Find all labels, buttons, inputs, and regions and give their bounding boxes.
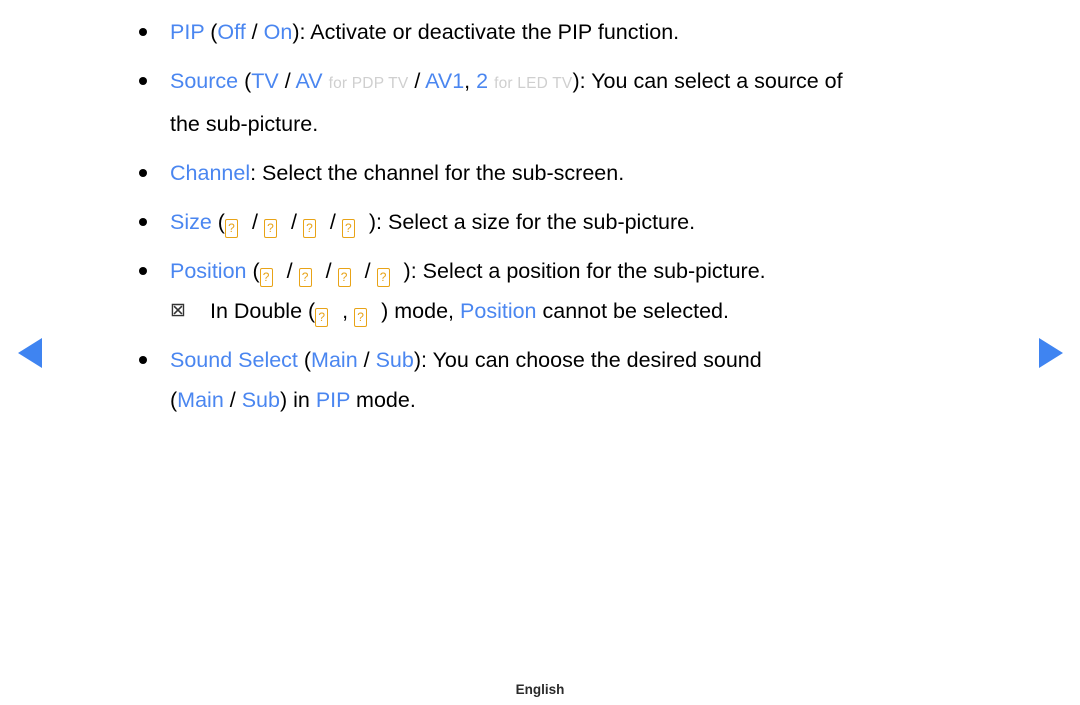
note-text-before: In Double ( bbox=[210, 299, 316, 323]
option-pip-on: On bbox=[263, 20, 293, 44]
list-item-channel: Channel: Select the channel for the sub-… bbox=[130, 153, 1010, 193]
annotation-for-led-tv: for LED TV bbox=[494, 75, 573, 92]
line2-keyword-pip: PIP bbox=[315, 388, 351, 412]
bullet-dot-icon bbox=[139, 218, 147, 226]
description-sound-select: You can choose the desired sound bbox=[432, 348, 762, 372]
missing-glyph-icon: ? bbox=[259, 268, 273, 287]
list-item-size: Size (? / ? / ? / ?): Select a size for the… bbox=[130, 202, 1010, 242]
option-source-av1-tail: , bbox=[464, 69, 477, 93]
next-page-arrow[interactable] bbox=[1039, 338, 1063, 368]
description-size: Select a size for the sub-picture. bbox=[387, 210, 696, 234]
separator-sound: / bbox=[357, 348, 376, 372]
missing-glyph-icon: ? bbox=[315, 308, 329, 327]
note-position-double-mode: ⊠ In Double (?, ?) mode, Position cannot … bbox=[130, 291, 1010, 331]
settings-bullet-list: PIP (Off / On): Activate or deactivate t… bbox=[130, 12, 1010, 420]
paren-close-position: ): bbox=[403, 259, 423, 283]
option-source-av: AV bbox=[295, 69, 323, 93]
paren-open-position: ( bbox=[246, 259, 260, 283]
keyword-size: Size bbox=[170, 210, 212, 234]
bullet-dot-icon bbox=[139, 356, 147, 364]
note-keyword-position: Position bbox=[460, 299, 537, 323]
separator-pip: / bbox=[245, 20, 264, 44]
keyword-source: Source bbox=[170, 69, 239, 93]
description-position: Select a position for the sub-picture. bbox=[422, 259, 766, 283]
paren-close-sound: ): bbox=[413, 348, 433, 372]
separator-source-1: / bbox=[278, 69, 296, 93]
option-source-av1: AV1 bbox=[425, 69, 465, 93]
colon-channel: : bbox=[250, 161, 263, 185]
description-channel: Select the channel for the sub-screen. bbox=[262, 161, 625, 185]
missing-glyph-icon: ? bbox=[224, 219, 238, 238]
list-item-source: Source (TV / AV for PDP TV / AV1, 2 for … bbox=[130, 61, 1010, 144]
paren-open-size: ( bbox=[211, 210, 225, 234]
help-content: PIP (Off / On): Activate or deactivate t… bbox=[130, 12, 1010, 420]
option-sound-main: Main bbox=[311, 348, 358, 372]
paren-close-source: ): bbox=[572, 69, 592, 93]
paren-close-pip: ): bbox=[292, 20, 311, 44]
option-source-tv: TV bbox=[251, 69, 279, 93]
description-pip: Activate or deactivate the PIP function. bbox=[310, 20, 680, 44]
option-source-av2: 2 bbox=[476, 69, 489, 93]
keyword-channel: Channel bbox=[170, 161, 251, 185]
line2-option-sub: Sub bbox=[241, 388, 280, 412]
paren-open-source: ( bbox=[238, 69, 252, 93]
missing-glyph-icon: ? bbox=[376, 268, 390, 287]
bullet-dot-icon bbox=[139, 267, 147, 275]
note-text-after: cannot be selected. bbox=[536, 299, 729, 323]
missing-glyph-icon: ? bbox=[302, 219, 316, 238]
footer-language-label: English bbox=[515, 682, 565, 697]
bullet-dot-icon bbox=[139, 77, 147, 85]
crossed-box-icon: ⊠ bbox=[170, 300, 186, 321]
list-item-position: Position (? / ? / ? / ?): Select a position… bbox=[130, 251, 1010, 291]
note-text-mid: ) mode, bbox=[381, 299, 461, 323]
previous-page-arrow[interactable] bbox=[18, 338, 42, 368]
missing-glyph-icon: ? bbox=[354, 308, 368, 327]
option-sound-sub: Sub bbox=[375, 348, 414, 372]
description-source-line2: the sub-picture. bbox=[170, 112, 319, 136]
paren-open-pip: ( bbox=[204, 20, 218, 44]
missing-glyph-icon: ? bbox=[263, 219, 277, 238]
keyword-pip: PIP bbox=[170, 20, 205, 44]
paren-close-size: ): bbox=[368, 210, 388, 234]
option-pip-off: Off bbox=[217, 20, 246, 44]
separator-source-2: / bbox=[408, 69, 426, 93]
line2-option-main: Main bbox=[177, 388, 224, 412]
bullet-dot-icon bbox=[139, 28, 147, 36]
missing-glyph-icon: ? bbox=[298, 268, 312, 287]
annotation-for-pdp-tv: for PDP TV bbox=[328, 75, 409, 92]
paren-open-sound: ( bbox=[297, 348, 312, 372]
missing-glyph-icon: ? bbox=[337, 268, 351, 287]
list-item-pip: PIP (Off / On): Activate or deactivate t… bbox=[130, 12, 1010, 52]
description-sound-select-line2: (Main / Sub) in PIP mode. bbox=[170, 380, 1010, 420]
keyword-sound-select: Sound Select bbox=[170, 348, 298, 372]
missing-glyph-icon: ? bbox=[341, 219, 355, 238]
keyword-position: Position bbox=[170, 259, 247, 283]
bullet-dot-icon bbox=[139, 169, 147, 177]
line2-text-mid: ) in bbox=[279, 388, 316, 412]
line2-separator: / bbox=[223, 388, 242, 412]
line2-text-tail: mode. bbox=[350, 388, 416, 412]
description-source: You can select a source of bbox=[591, 69, 843, 93]
list-item-sound-select: Sound Select (Main / Sub): You can choos… bbox=[130, 340, 1010, 420]
